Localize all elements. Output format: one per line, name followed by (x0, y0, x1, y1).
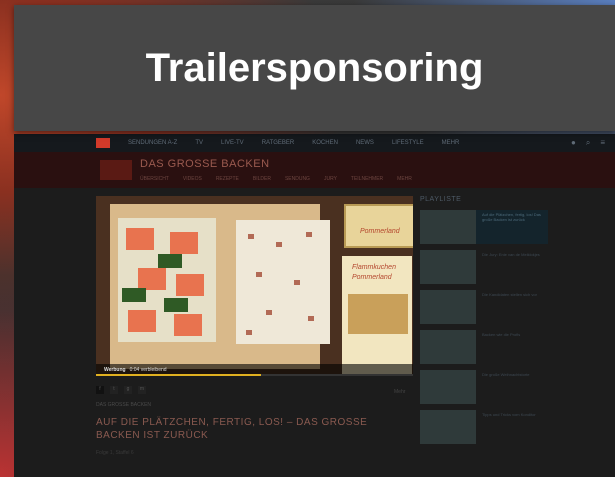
nav-item[interactable]: MEHR (442, 140, 460, 146)
video-progress-fill (96, 374, 261, 376)
playlist-title: PLAYLISTE (420, 196, 462, 203)
ad-label: Werbung (104, 367, 126, 373)
playlist-item-title: Tipps und Tricks vom Konditor (482, 412, 536, 417)
share-buttons: f t g m (96, 386, 396, 394)
nav-item[interactable]: LIVE-TV (221, 140, 244, 146)
playlist-item[interactable]: Auf die Plätzchen, fertig, los! Das groß… (420, 210, 548, 244)
playlist-thumbnail (420, 330, 476, 364)
title-banner: Trailersponsoring (14, 5, 615, 131)
bacon-flatbread (236, 220, 330, 344)
show-tab[interactable]: SENDUNG (285, 176, 310, 182)
ad-time: 0:04 verbleibend (129, 367, 167, 373)
playlist-thumbnail (420, 410, 476, 444)
product-label: Flammkuchen (352, 264, 396, 271)
video-details: f t g m DAS GROSSE BACKEN AUF DIE PLÄTZC… (96, 386, 396, 457)
top-navigation: SENDUNGEN A-Z TV LIVE-TV RATGEBER KOCHEN… (14, 134, 615, 152)
salmon-flatbread (118, 218, 216, 342)
playlist-item[interactable]: Backen wie die Profis (420, 330, 548, 364)
playlist-thumbnail (420, 250, 476, 284)
share-mail-button[interactable]: m (138, 386, 146, 394)
playlist-thumbnail (420, 290, 476, 324)
banner-title: Trailersponsoring (145, 45, 484, 90)
nav-item[interactable]: SENDUNGEN A-Z (128, 140, 177, 146)
show-title: DAS GROSSE BACKEN (140, 158, 270, 170)
show-tab[interactable]: TEILNEHMER (351, 176, 383, 182)
website-screenshot: SENDUNGEN A-Z TV LIVE-TV RATGEBER KOCHEN… (14, 134, 615, 477)
product-brand: Pommerland (360, 228, 400, 235)
share-google-button[interactable]: g (124, 386, 132, 394)
playlist-item-title: Backen wie die Profis (482, 332, 521, 337)
show-tab[interactable]: MEHR (397, 176, 412, 182)
playlist-item[interactable]: Tipps und Tricks vom Konditor (420, 410, 548, 444)
playlist-item-title: Die Kandidaten stellen sich vor (482, 292, 537, 297)
user-icon[interactable]: ● (571, 138, 576, 148)
show-tabs: ÜBERSICHT VIDEOS REZEPTE BILDER SENDUNG … (140, 176, 412, 182)
video-progress-bar[interactable] (96, 374, 413, 376)
nav-item[interactable]: RATGEBER (262, 140, 295, 146)
playlist-item-title: Die große Weihnachtstorte (482, 372, 530, 377)
article-meta: Folge 1, Staffel 6 (96, 450, 134, 456)
search-icon[interactable]: ⌕ (586, 138, 590, 148)
playlist-thumbnail (420, 210, 476, 244)
share-facebook-button[interactable]: f (96, 386, 104, 394)
show-tab[interactable]: BILDER (253, 176, 271, 182)
playlist: PLAYLISTE Auf die Plätzchen, fertig, los… (420, 196, 550, 477)
nav-item[interactable]: KOCHEN (312, 140, 338, 146)
product-brand: Pommerland (352, 274, 392, 281)
show-tab[interactable]: JURY (324, 176, 337, 182)
video-player[interactable]: Pommerland Flammkuchen Pommerland Werbun… (96, 196, 413, 376)
nav-item[interactable]: NEWS (356, 140, 374, 146)
show-logo[interactable] (100, 160, 132, 180)
show-tab[interactable]: REZEPTE (216, 176, 239, 182)
nav-item[interactable]: LIFESTYLE (392, 140, 424, 146)
nav-item[interactable]: TV (195, 140, 203, 146)
show-header: DAS GROSSE BACKEN ÜBERSICHT VIDEOS REZEP… (14, 152, 615, 188)
playlist-item-title: Die Jury: Enie van de Meiklokjes (482, 252, 540, 257)
site-logo[interactable] (96, 138, 110, 148)
playlist-item[interactable]: Die Kandidaten stellen sich vor (420, 290, 548, 324)
playlist-item-title: Auf die Plätzchen, fertig, los! Das groß… (482, 212, 541, 222)
show-tab[interactable]: VIDEOS (183, 176, 202, 182)
more-link[interactable]: Mehr (394, 389, 405, 395)
article-headline: AUF DIE PLÄTZCHEN, FERTIG, LOS! – DAS GR… (96, 417, 368, 441)
share-twitter-button[interactable]: t (110, 386, 118, 394)
article-category[interactable]: DAS GROSSE BACKEN (96, 402, 396, 408)
menu-icon[interactable]: ≡ (600, 138, 605, 148)
playlist-thumbnail (420, 370, 476, 404)
product-box: Pommerland (344, 204, 413, 248)
playlist-item[interactable]: Die Jury: Enie van de Meiklokjes (420, 250, 548, 284)
show-tab[interactable]: ÜBERSICHT (140, 176, 169, 182)
product-box (348, 294, 408, 334)
playlist-item[interactable]: Die große Weihnachtstorte (420, 370, 548, 404)
